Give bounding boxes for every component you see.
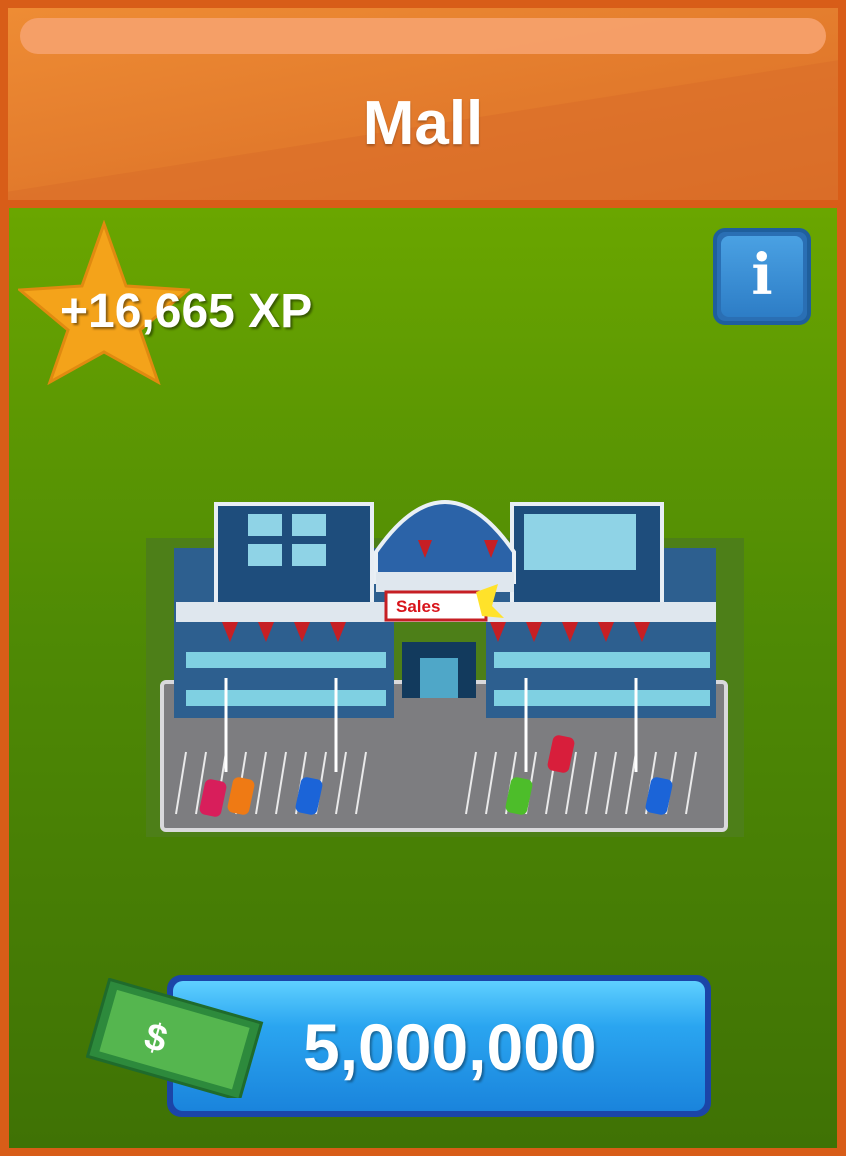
card-title: Mall	[362, 89, 484, 158]
mall-building-icon: Sales	[146, 500, 744, 837]
building-card: Mall +16,665 XP i Sales 5,000,000 $	[0, 0, 846, 1156]
dollar-bill-icon: $	[86, 978, 264, 1098]
header-shine	[20, 18, 826, 54]
sale-sign-text: Sales	[396, 597, 440, 616]
card-header: Mall	[8, 8, 838, 200]
info-button[interactable]: i	[713, 228, 811, 325]
xp-reward-label: +16,665 XP	[60, 285, 313, 338]
price-label: 5,000,000	[303, 1010, 597, 1084]
info-icon: i	[751, 242, 773, 308]
